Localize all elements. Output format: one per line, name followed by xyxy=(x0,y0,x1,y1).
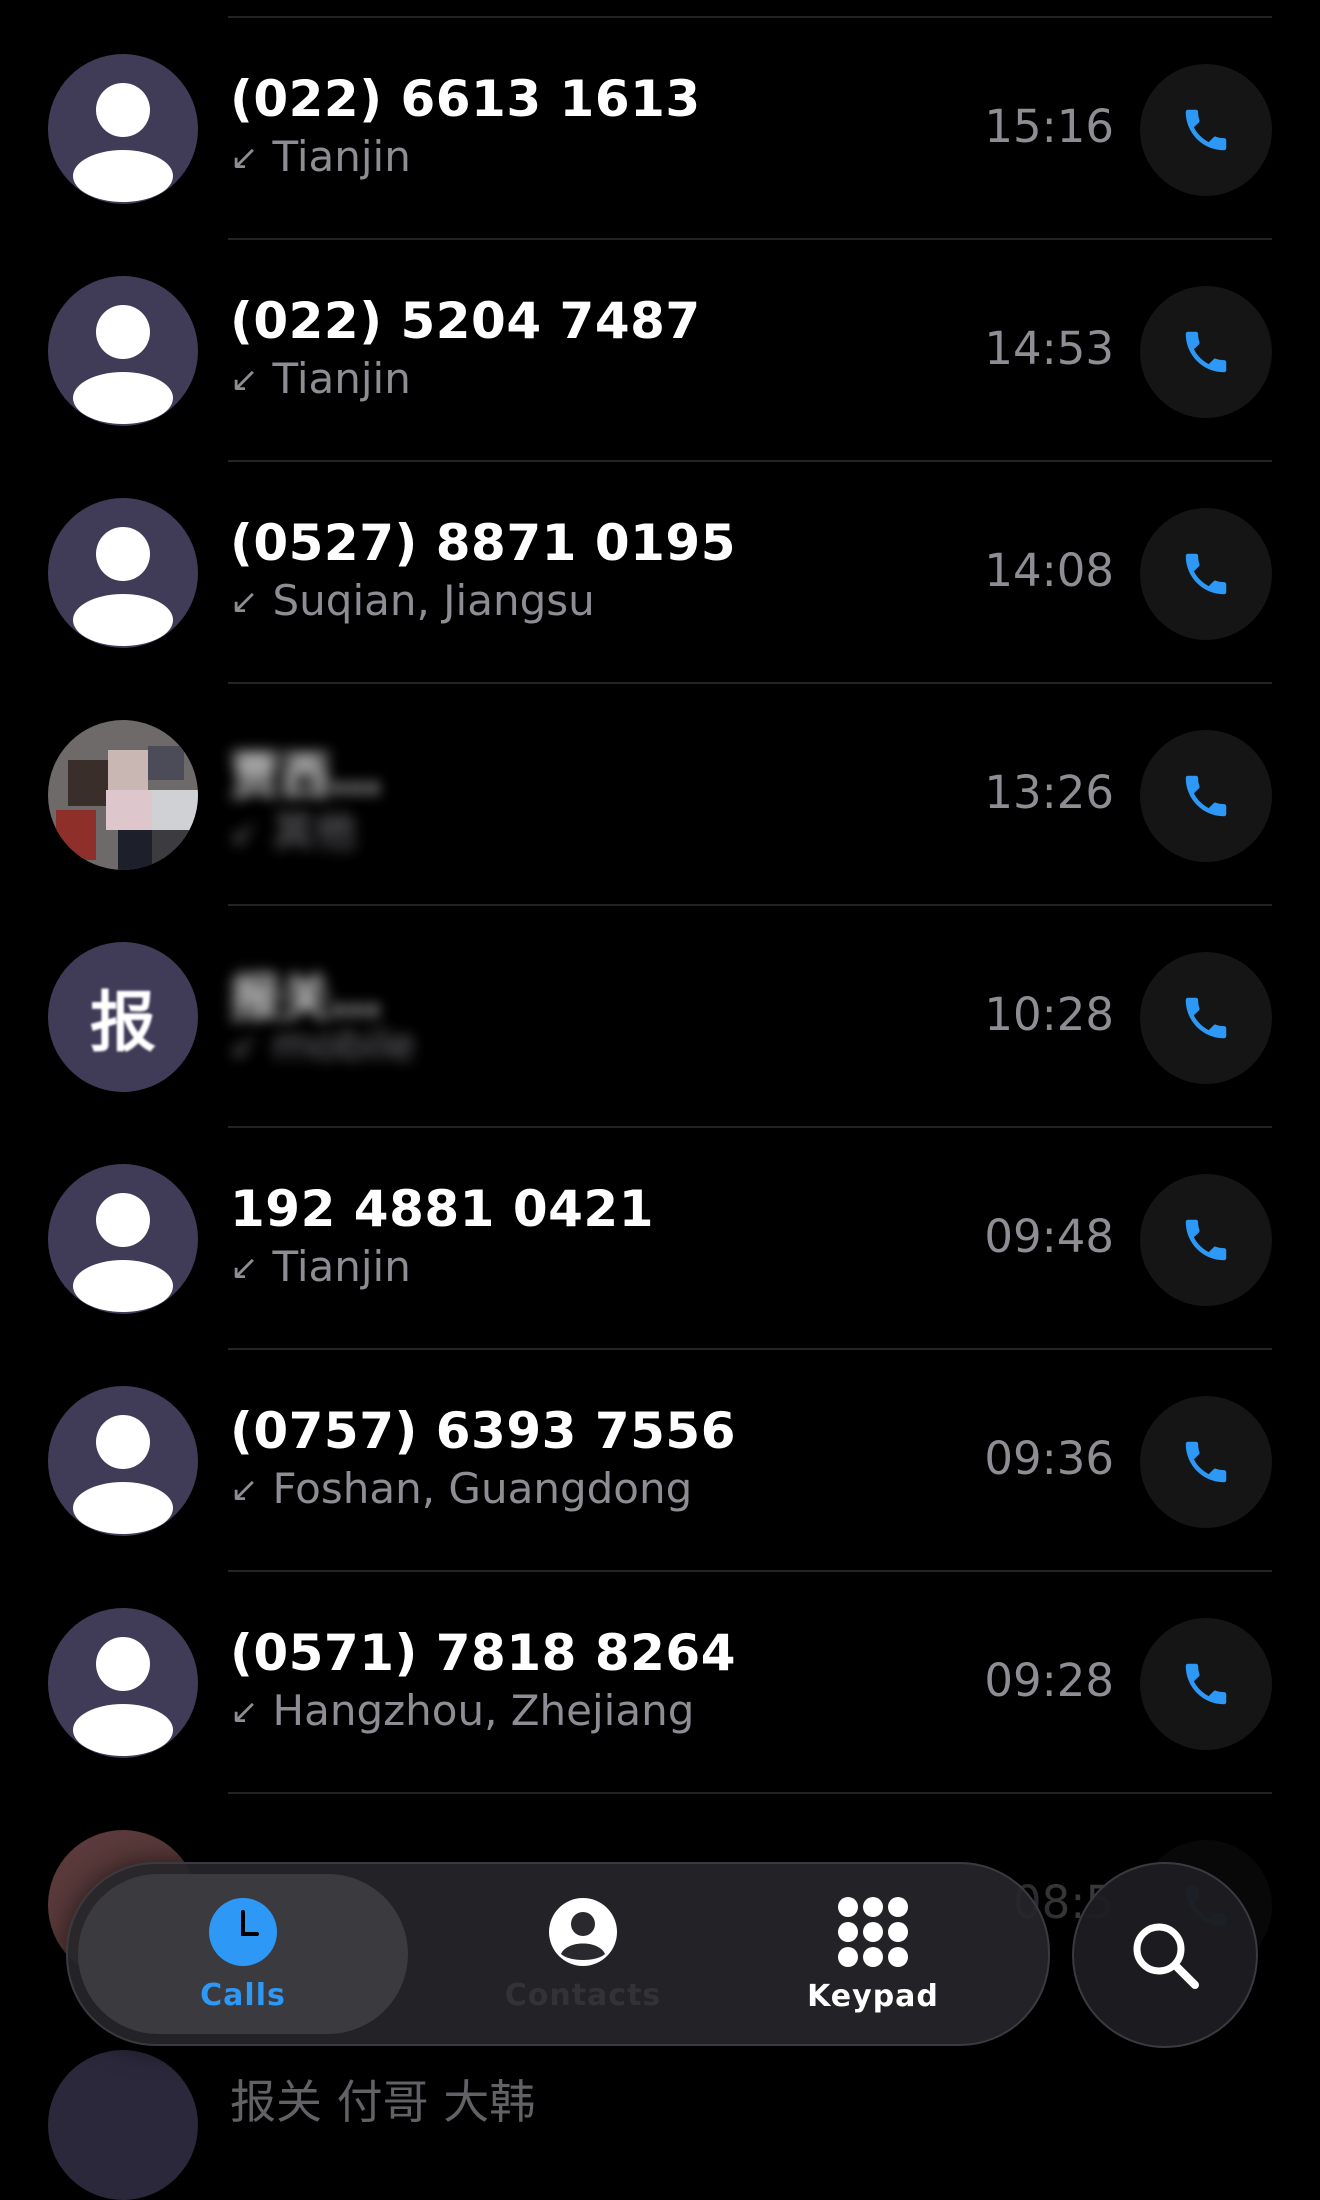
generic-person-icon xyxy=(48,276,198,426)
call-time: 14:08 xyxy=(984,544,1114,597)
next-caller-name: 报关 付哥 大韩 xyxy=(230,2075,536,2129)
generic-person-icon xyxy=(48,498,198,648)
caller-location: ↙ Hangzhou, Zhejiang xyxy=(230,1686,694,1735)
location-text: Tianjin xyxy=(272,1242,411,1291)
caller-location: ↙ Tianjin xyxy=(230,354,411,403)
call-time: 09:48 xyxy=(984,1210,1114,1263)
incoming-arrow-icon: ↙ xyxy=(230,1248,259,1288)
caller-location: ↙ 其他 xyxy=(230,798,357,859)
call-time: 15:16 xyxy=(984,100,1114,153)
keypad-grid-icon xyxy=(838,1896,908,1967)
generic-person-icon xyxy=(48,54,198,204)
location-text: Tianjin xyxy=(272,132,411,181)
call-back-button[interactable] xyxy=(1140,1174,1272,1306)
incoming-arrow-icon: ↙ xyxy=(230,813,259,853)
location-text: Suqian, Jiangsu xyxy=(272,576,595,625)
phone-icon xyxy=(1185,331,1227,373)
generic-person-icon xyxy=(48,1164,198,1314)
call-back-button[interactable] xyxy=(1140,508,1272,640)
incoming-arrow-icon: ↙ xyxy=(230,360,259,400)
call-time: 09:36 xyxy=(984,1432,1114,1485)
call-row[interactable]: (0527) 8871 0195 ↙ Suqian, Jiangsu 14:08 xyxy=(0,462,1320,684)
location-text: Tianjin xyxy=(272,354,411,403)
location-text: Hangzhou, Zhejiang xyxy=(272,1686,695,1735)
caller-name: (0571) 7818 8264 xyxy=(230,1624,736,1682)
incoming-arrow-icon: ↙ xyxy=(230,138,259,178)
call-row[interactable]: (0571) 7818 8264 ↙ Hangzhou, Zhejiang 09:… xyxy=(0,1572,1320,1794)
phone-icon xyxy=(1185,1441,1227,1483)
caller-name: (0527) 8871 0195 xyxy=(230,514,736,572)
tab-contacts-label: Contacts xyxy=(504,1977,662,2013)
phone-icon xyxy=(1185,997,1227,1039)
phone-icon xyxy=(1185,553,1227,595)
incoming-arrow-icon: ↙ xyxy=(230,1470,259,1510)
call-back-button[interactable] xyxy=(1140,1618,1272,1750)
caller-name: (022) 6613 1613 xyxy=(230,70,701,128)
tab-bar: Calls Contacts Keypad xyxy=(66,1862,1050,2046)
contact-photo xyxy=(48,720,198,870)
person-circle-icon xyxy=(549,1897,617,1966)
call-back-button[interactable] xyxy=(1140,1396,1272,1528)
phone-icon xyxy=(1185,109,1227,151)
tab-contacts[interactable]: Contacts xyxy=(468,1874,698,2034)
clock-icon xyxy=(209,1897,277,1966)
call-row[interactable]: 192 4881 0421 ↙ Tianjin 09:48 xyxy=(0,1128,1320,1350)
call-time: 09:28 xyxy=(984,1654,1114,1707)
call-row[interactable]: (022) 5204 7487 ↙ Tianjin 14:53 xyxy=(0,240,1320,462)
caller-name: (0757) 6393 7556 xyxy=(230,1402,736,1460)
caller-location: ↙ Tianjin xyxy=(230,1242,411,1291)
tab-keypad[interactable]: Keypad xyxy=(748,1874,998,2034)
phone-icon xyxy=(1185,775,1227,817)
generic-person-icon xyxy=(48,1386,198,1536)
call-back-button[interactable] xyxy=(1140,286,1272,418)
generic-person-icon xyxy=(48,1608,198,1758)
phone-icon xyxy=(1185,1663,1227,1705)
caller-location: ↙ Tianjin xyxy=(230,132,411,181)
contact-initial-avatar xyxy=(48,2050,198,2200)
incoming-arrow-icon: ↙ xyxy=(230,1692,259,1732)
call-time: 13:26 xyxy=(984,766,1114,819)
caller-location: ↙ mobile xyxy=(230,1020,415,1069)
call-time: 14:53 xyxy=(984,322,1114,375)
call-back-button[interactable] xyxy=(1140,64,1272,196)
call-row[interactable]: 贾西… ↙ 其他 13:26 xyxy=(0,684,1320,906)
call-row[interactable]: 报 报关… ↙ mobile 10:28 xyxy=(0,906,1320,1128)
caller-location: ↙ Suqian, Jiangsu xyxy=(230,576,595,625)
caller-name: 192 4881 0421 xyxy=(230,1180,655,1238)
incoming-arrow-icon: ↙ xyxy=(230,582,259,622)
tab-calls[interactable]: Calls xyxy=(78,1874,408,2034)
call-back-button[interactable] xyxy=(1140,952,1272,1084)
tab-keypad-label: Keypad xyxy=(807,1978,939,2014)
location-text: 其他 xyxy=(272,807,357,856)
contact-initial-avatar: 报 xyxy=(48,942,198,1092)
location-text: mobile xyxy=(272,1020,415,1069)
call-row[interactable]: (0757) 6393 7556 ↙ Foshan, Guangdong 09:3… xyxy=(0,1350,1320,1572)
location-text: Foshan, Guangdong xyxy=(272,1464,693,1513)
recent-calls-list: (022) 6613 1613 ↙ Tianjin 15:16 (022) 520… xyxy=(0,18,1320,1794)
search-button[interactable] xyxy=(1072,1862,1258,2048)
call-row[interactable]: (022) 6613 1613 ↙ Tianjin 15:16 xyxy=(0,18,1320,240)
search-icon xyxy=(1133,1923,1199,1989)
incoming-arrow-icon: ↙ xyxy=(230,1026,259,1066)
caller-location: ↙ Foshan, Guangdong xyxy=(230,1464,692,1513)
tab-calls-label: Calls xyxy=(200,1977,286,2013)
avatar-initial: 报 xyxy=(90,984,156,1061)
phone-icon xyxy=(1185,1219,1227,1261)
caller-name: (022) 5204 7487 xyxy=(230,292,701,350)
call-back-button[interactable] xyxy=(1140,730,1272,862)
call-time: 10:28 xyxy=(984,988,1114,1041)
